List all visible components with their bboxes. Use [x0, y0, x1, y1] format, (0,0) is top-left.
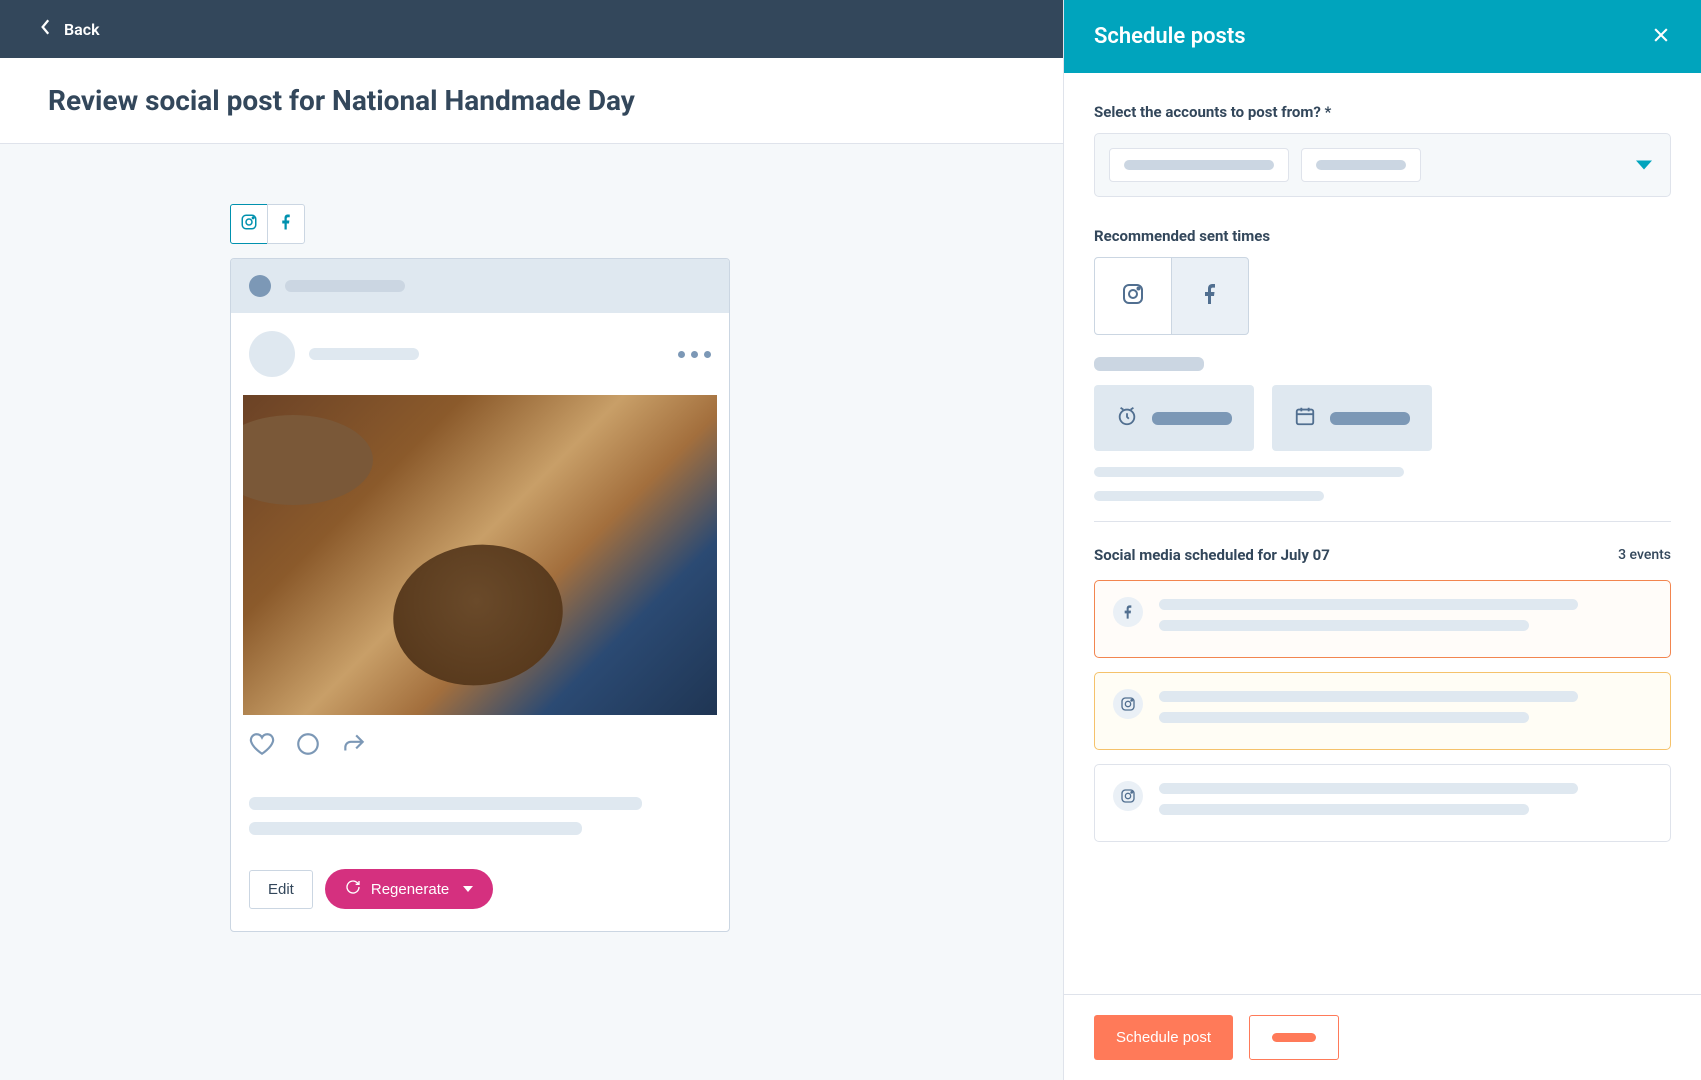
- schedule-post-button[interactable]: Schedule post: [1094, 1015, 1233, 1060]
- user-avatar: [249, 331, 295, 377]
- facebook-icon: [1113, 597, 1143, 627]
- account-avatar-placeholder: [249, 275, 271, 297]
- platform-tabs: [230, 204, 730, 244]
- tab-facebook[interactable]: [267, 204, 305, 244]
- instagram-icon: [1113, 689, 1143, 719]
- post-image: [243, 395, 717, 715]
- instagram-icon: [240, 213, 258, 235]
- clock-icon: [1116, 405, 1138, 431]
- account-chip-2[interactable]: [1301, 148, 1421, 182]
- account-name-placeholder: [285, 280, 405, 292]
- post-caption-placeholder: [231, 769, 729, 869]
- share-icon[interactable]: [341, 731, 367, 761]
- date-option[interactable]: [1272, 385, 1432, 451]
- events-count: 3 events: [1618, 547, 1671, 563]
- select-accounts-label: Select the accounts to post from? *: [1094, 103, 1671, 121]
- recommended-times-label: Recommended sent times: [1094, 227, 1671, 245]
- calendar-icon: [1294, 405, 1316, 431]
- edit-button[interactable]: Edit: [249, 870, 313, 909]
- account-chip-1[interactable]: [1109, 148, 1289, 182]
- facebook-icon: [277, 213, 295, 235]
- accounts-dropdown[interactable]: [1094, 133, 1671, 197]
- time-option[interactable]: [1094, 385, 1254, 451]
- caret-down-icon: [463, 886, 473, 892]
- facebook-icon: [1198, 282, 1222, 310]
- back-label: Back: [64, 20, 100, 39]
- post-user-row: [231, 313, 729, 395]
- scheduled-event-facebook[interactable]: [1094, 580, 1671, 658]
- panel-body: Select the accounts to post from? * Reco…: [1064, 73, 1701, 994]
- post-footer-actions: Edit Regenerate: [231, 869, 729, 931]
- toggle-facebook[interactable]: [1171, 257, 1249, 335]
- post-card-header: [231, 259, 729, 313]
- panel-header: Schedule posts: [1064, 0, 1701, 73]
- placeholder-line: [1094, 467, 1404, 477]
- instagram-icon: [1113, 781, 1143, 811]
- placeholder-line: [1094, 357, 1204, 371]
- back-button[interactable]: Back: [40, 18, 100, 40]
- tab-instagram[interactable]: [230, 204, 268, 244]
- secondary-button[interactable]: [1249, 1015, 1339, 1060]
- post-more-menu[interactable]: [678, 351, 711, 358]
- panel-title: Schedule posts: [1094, 24, 1246, 49]
- schedule-panel: Schedule posts Select the accounts to po…: [1063, 0, 1701, 1080]
- regenerate-button[interactable]: Regenerate: [325, 869, 493, 909]
- toggle-instagram[interactable]: [1094, 257, 1172, 335]
- scheduled-heading-row: Social media scheduled for July 07 3 eve…: [1094, 546, 1671, 564]
- close-icon[interactable]: [1651, 25, 1671, 49]
- scheduled-event-instagram-1[interactable]: [1094, 672, 1671, 750]
- time-options: [1094, 385, 1671, 451]
- platform-toggle: [1094, 257, 1671, 335]
- heart-icon[interactable]: [249, 731, 275, 761]
- divider: [1094, 521, 1671, 522]
- post-social-actions: [231, 715, 729, 769]
- instagram-icon: [1121, 282, 1145, 310]
- comment-icon[interactable]: [295, 731, 321, 761]
- chevron-left-icon: [40, 18, 52, 40]
- regenerate-label: Regenerate: [371, 881, 449, 898]
- caret-down-icon: [1636, 161, 1652, 170]
- post-preview-column: Edit Regenerate: [230, 204, 730, 932]
- placeholder-line: [1094, 491, 1324, 501]
- refresh-icon: [345, 879, 361, 899]
- scheduled-heading: Social media scheduled for July 07: [1094, 546, 1330, 564]
- user-name-placeholder: [309, 348, 419, 360]
- post-card: Edit Regenerate: [230, 258, 730, 932]
- panel-footer: Schedule post: [1064, 994, 1701, 1080]
- scheduled-event-instagram-2[interactable]: [1094, 764, 1671, 842]
